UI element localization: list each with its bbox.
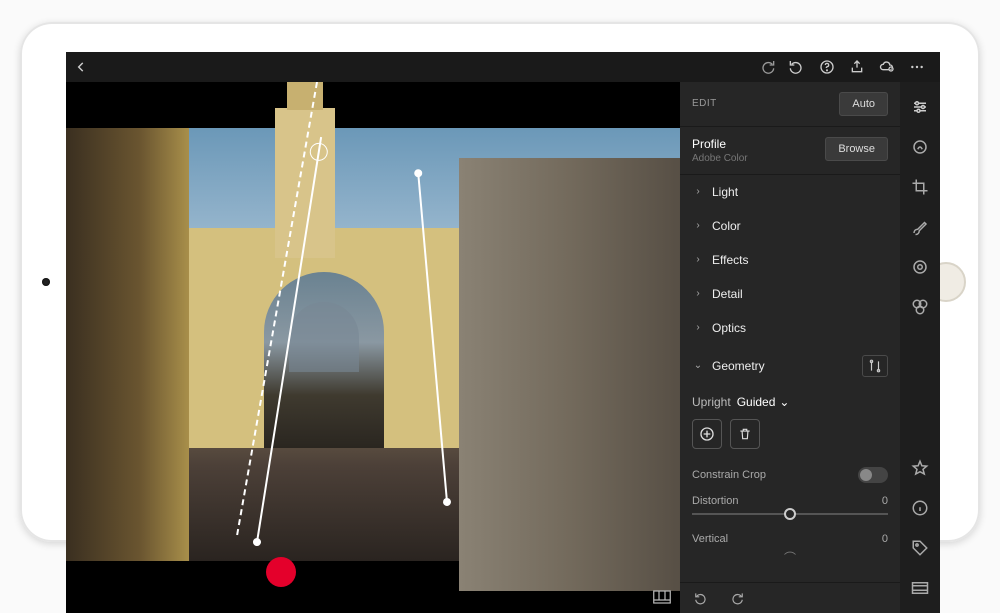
back-button[interactable] bbox=[74, 60, 102, 74]
auto-button[interactable]: Auto bbox=[839, 92, 888, 116]
chevron-down-icon: ⌄ bbox=[692, 360, 704, 371]
chevron-right-icon: › bbox=[692, 254, 704, 265]
image-canvas[interactable] bbox=[66, 82, 680, 613]
tag-icon[interactable] bbox=[907, 535, 933, 561]
chevron-down-icon: ⌄ bbox=[779, 395, 789, 409]
chevron-right-icon: › bbox=[692, 186, 704, 197]
profile-label: Profile bbox=[692, 137, 726, 151]
cloud-sync-icon[interactable] bbox=[872, 52, 902, 82]
device-camera bbox=[42, 278, 50, 286]
delete-guide-button[interactable] bbox=[730, 419, 760, 449]
constrain-crop-toggle[interactable] bbox=[858, 467, 888, 483]
tablet-frame: EDIT Auto Profile Adobe Color Browse › L… bbox=[20, 22, 980, 542]
group-optics[interactable]: › Optics bbox=[680, 311, 900, 345]
redo-icon[interactable] bbox=[752, 52, 782, 82]
brush-tool-icon[interactable] bbox=[907, 214, 933, 240]
group-light[interactable]: › Light bbox=[680, 175, 900, 209]
upright-mode-select[interactable]: Guided ⌄ bbox=[737, 395, 790, 409]
guided-upright-tool-icon[interactable] bbox=[862, 355, 888, 377]
help-icon[interactable] bbox=[812, 52, 842, 82]
edit-panel: EDIT Auto Profile Adobe Color Browse › L… bbox=[680, 82, 900, 613]
filmstrip-icon[interactable] bbox=[907, 575, 933, 601]
chevron-right-icon: › bbox=[692, 322, 704, 333]
undo-panel-icon[interactable] bbox=[692, 591, 710, 605]
vertical-value: 0 bbox=[882, 533, 888, 545]
group-detail[interactable]: › Detail bbox=[680, 277, 900, 311]
panel-title: EDIT bbox=[692, 98, 717, 109]
more-icon[interactable] bbox=[902, 52, 932, 82]
add-guide-button[interactable] bbox=[692, 419, 722, 449]
topbar bbox=[66, 52, 940, 82]
photo bbox=[66, 128, 680, 561]
distortion-slider[interactable] bbox=[692, 513, 888, 515]
info-icon[interactable] bbox=[907, 495, 933, 521]
share-icon[interactable] bbox=[842, 52, 872, 82]
star-icon[interactable] bbox=[907, 455, 933, 481]
healing-tool-icon[interactable] bbox=[907, 134, 933, 160]
group-color[interactable]: › Color bbox=[680, 209, 900, 243]
gradient-tool-icon[interactable] bbox=[907, 254, 933, 280]
profile-value: Adobe Color bbox=[692, 153, 748, 164]
upright-label: Upright bbox=[692, 395, 731, 409]
adjust-tool-icon[interactable] bbox=[907, 94, 933, 120]
right-toolstrip bbox=[900, 82, 940, 613]
distortion-label: Distortion bbox=[692, 495, 738, 507]
app-screen: EDIT Auto Profile Adobe Color Browse › L… bbox=[66, 52, 940, 512]
reset-panel-icon[interactable] bbox=[728, 591, 746, 605]
vertical-label: Vertical bbox=[692, 533, 728, 545]
group-geometry[interactable]: ⌄ Geometry bbox=[680, 345, 900, 387]
undo-icon[interactable] bbox=[782, 52, 812, 82]
browse-profile-button[interactable]: Browse bbox=[825, 137, 888, 161]
group-effects[interactable]: › Effects bbox=[680, 243, 900, 277]
geometry-body: Upright Guided ⌄ bbox=[680, 387, 900, 582]
presets-tool-icon[interactable] bbox=[907, 294, 933, 320]
chevron-right-icon: › bbox=[692, 288, 704, 299]
constrain-crop-label: Constrain Crop bbox=[692, 469, 766, 481]
compare-icon[interactable] bbox=[652, 589, 672, 605]
chevron-right-icon: › bbox=[692, 220, 704, 231]
crop-tool-icon[interactable] bbox=[907, 174, 933, 200]
guide-active-handle[interactable] bbox=[266, 557, 296, 587]
distortion-value: 0 bbox=[882, 495, 888, 507]
